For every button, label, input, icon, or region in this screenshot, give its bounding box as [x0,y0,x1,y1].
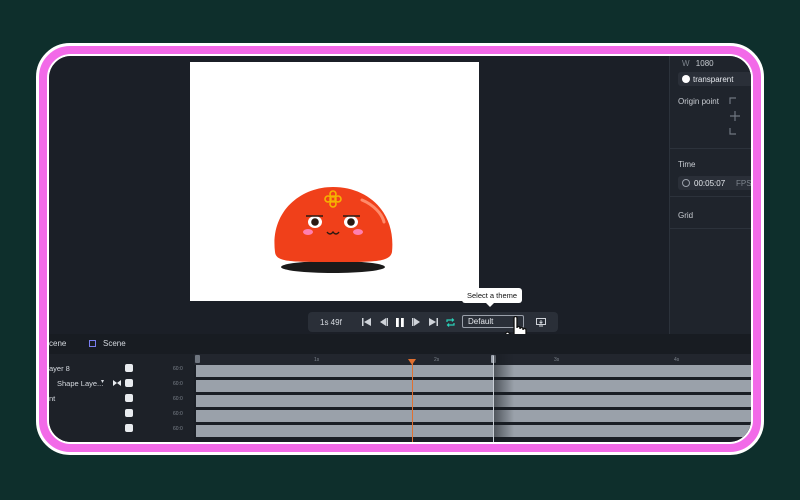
layer-row[interactable]: Shape Laye... ▾ 60:0 [49,377,194,392]
ruler-tick: 4s [674,357,680,363]
layer-visibility-icon[interactable] [125,409,133,417]
loop-icon[interactable] [446,316,455,328]
time-label: Time [678,160,696,169]
range-end-line [493,356,494,442]
layer-row[interactable]: 60:0 [49,422,194,437]
current-time-display: 1s 49f [320,317,342,327]
layer-track-bar[interactable] [196,395,751,407]
layer-visibility-icon[interactable] [125,394,133,402]
origin-point-picker[interactable] [728,96,753,136]
grid-label: Grid [678,211,694,220]
range-start-handle[interactable] [195,355,200,363]
theme-tooltip: Select a theme [462,288,523,307]
clock-icon [682,179,690,187]
layer-row[interactable]: nt 60:0 [49,392,194,407]
layer-list: ayer 8 60:0 Shape Laye... ▾ 60:0 nt 60:0 [49,354,194,442]
shape-layer-icon [113,380,121,386]
width-icon: W [682,59,690,68]
time-ruler[interactable]: 1s 2s 3s 4s [194,354,751,365]
tab-scene[interactable]: Scene [103,339,126,348]
layer-row[interactable]: 60:0 [49,407,194,422]
background-field[interactable]: transparent [678,72,751,86]
theme-select-value: Default [468,317,494,326]
blob-character-illustration [274,187,393,273]
resolution-field[interactable]: W 1080 [682,59,714,68]
artboard-canvas[interactable] [190,62,479,301]
layer-track-bar[interactable] [196,365,751,377]
skip-to-start-icon[interactable] [362,316,371,328]
layer-visibility-icon[interactable] [125,379,133,387]
playhead-line[interactable] [412,361,413,442]
layer-visibility-icon[interactable] [125,424,133,432]
duration-field[interactable]: 00:05:07 FPS [678,176,751,190]
step-forward-icon[interactable] [412,316,421,328]
stage-viewport: 1s 49f Default Select a theme [49,56,669,347]
color-swatch-icon [682,75,690,83]
tab-scene-main[interactable]: cene [49,339,66,348]
skip-to-end-icon[interactable] [429,316,438,328]
step-back-icon[interactable] [379,316,388,328]
export-icon[interactable] [536,316,546,328]
properties-panel: W 1080 transparent Origin point Time 00:… [669,56,753,334]
chevron-down-icon: ▾ [101,379,105,385]
app-window: 1s 49f Default Select a theme W 1080 tra… [47,54,753,444]
ruler-tick: 1s [314,357,320,363]
layer-visibility-icon[interactable] [125,364,133,372]
ruler-tick: 3s [554,357,560,363]
timeline-panel: cene Scene ayer 8 60:0 Shape Laye... ▾ 6… [49,334,751,442]
pause-icon[interactable] [396,316,404,328]
layer-track-bar[interactable] [196,380,751,392]
scene-tabs: cene Scene [49,334,751,355]
layer-row[interactable]: ayer 8 60:0 [49,362,194,377]
layer-track-bar[interactable] [196,410,751,422]
ruler-tick: 2s [434,357,440,363]
layer-track-bar[interactable] [196,425,751,437]
scene-icon [89,340,96,347]
out-of-range-shade [494,354,514,442]
device-frame: 1s 49f Default Select a theme W 1080 tra… [36,43,764,455]
origin-point-label: Origin point [678,97,719,106]
